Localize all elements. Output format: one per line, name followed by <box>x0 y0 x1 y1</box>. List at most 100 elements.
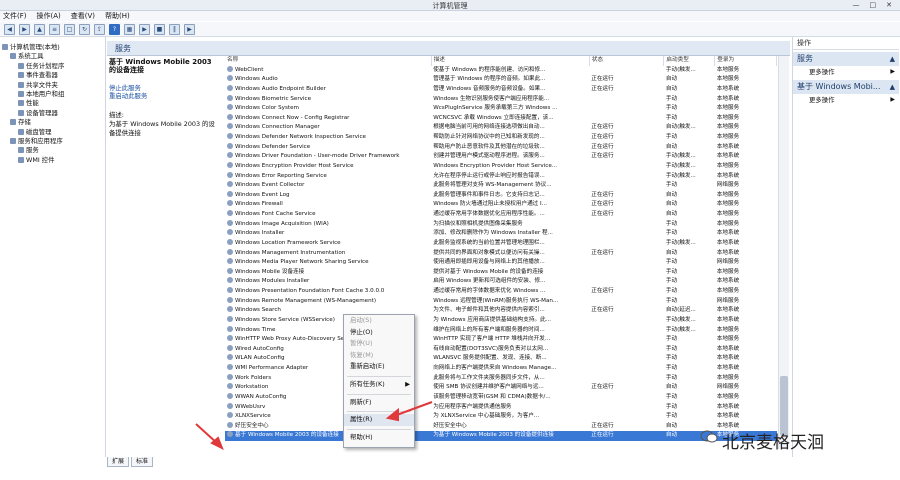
table-row[interactable]: Windows Remote Management (WS-Management… <box>225 296 777 307</box>
context-menu-item[interactable]: 停止(O) <box>344 327 414 339</box>
table-row[interactable]: Windows Driver Foundation - User-mode Dr… <box>225 152 777 162</box>
table-row[interactable]: Windows Color System WcsPlugInService 服务承… <box>225 104 777 114</box>
tab-standard[interactable]: 标准 <box>131 457 154 467</box>
table-row[interactable]: WWAN AutoConfig 该服务管理移动宽带(GSM 和 CDMA)数据卡/… <box>225 392 777 403</box>
table-row[interactable]: WWebUsrv 为应用程序客户端提供通信服务 手动 本地系统 <box>225 402 777 413</box>
table-row[interactable]: Windows Location Framework Service 此服务监视系… <box>225 238 777 249</box>
table-row[interactable]: 基于 Windows Mobile 2003 的设备连接 为基于 Windows … <box>225 431 777 441</box>
service-description: 启用 Windows 更新和可选组件的安装、修... <box>433 278 546 285</box>
stop-icon[interactable]: ■ <box>154 23 165 35</box>
table-row[interactable]: Windows Audio Endpoint Builder 管理 Windows… <box>225 84 777 95</box>
tree-node-icon <box>18 109 24 116</box>
column-startup-type[interactable]: 启动类型 <box>663 56 716 66</box>
pause-icon[interactable]: ‖ <box>169 23 180 35</box>
tree-item[interactable]: WMI 控件 <box>0 156 105 165</box>
table-row[interactable]: Windows Connect Now - Config Registrar WC… <box>225 113 777 124</box>
context-menu-item[interactable]: 帮助(H) <box>344 432 414 444</box>
service-logon: 本地系统 <box>716 143 740 150</box>
refresh-icon[interactable]: ↻ <box>79 23 90 35</box>
service-status: 正在运行 <box>591 211 614 217</box>
tree-item[interactable]: 磁盘管理 <box>0 128 105 137</box>
table-row[interactable]: Work Folders 此服务将与工作文件夹服务器同步文件，从... 手动 本地服务 <box>225 373 777 384</box>
view-icon[interactable]: ▦ <box>124 23 135 35</box>
table-row[interactable]: Windows Management Instrumentation 提供共同的界… <box>225 248 777 259</box>
tree-item[interactable]: 设备管理器 <box>0 109 105 118</box>
table-row[interactable]: Windows Connection Manager 根据电脑当前可用的网络连接选… <box>225 123 777 133</box>
tree-item[interactable]: 性能 <box>0 99 105 108</box>
tree-item[interactable]: 计算机管理(本地) <box>0 43 105 52</box>
back-icon[interactable]: ◀ <box>4 23 15 35</box>
column-status[interactable]: 状态 <box>589 56 665 66</box>
table-row[interactable]: Windows Audio 管理基于 Windows 的程序的音频。如果此... 正… <box>225 75 777 85</box>
play-icon[interactable]: ▶ <box>139 23 150 35</box>
menu-view[interactable]: 查看(V) <box>71 11 95 21</box>
table-row[interactable]: Windows Image Acquisition (WIA) 为扫描仪和照相机提… <box>225 219 777 230</box>
table-row[interactable]: Windows Media Player Network Sharing Ser… <box>225 258 777 268</box>
service-gear-icon <box>227 210 233 216</box>
table-row[interactable]: Windows Font Cache Service 通过缓存常用字体数据优化应用… <box>225 210 777 220</box>
context-menu-item[interactable]: 所有任务(K) ▶ <box>344 379 414 391</box>
tree-item[interactable]: 服务 <box>0 146 105 155</box>
service-status: 正在运行 <box>591 201 614 208</box>
minimize-button[interactable]: — <box>853 1 860 9</box>
tree-item[interactable]: 服务和应用程序 <box>0 137 105 146</box>
actions-section-services[interactable]: 服务 ▲ <box>793 52 899 66</box>
context-menu-item[interactable]: 重新启动(E) <box>344 361 414 373</box>
tree-item[interactable]: 系统工具 <box>0 52 105 61</box>
column-description[interactable]: 描述 <box>431 56 590 66</box>
more-actions-selected-service[interactable]: 更多操作 ▶ <box>793 94 899 106</box>
table-row[interactable]: XLNXService 为 XLNXService 中心基础服务，为客户... 手动… <box>225 412 777 422</box>
table-row[interactable]: Windows Modules Installer 启用 Windows 更新和可… <box>225 277 777 287</box>
context-menu-item[interactable]: 属性(R) <box>344 414 414 426</box>
table-row[interactable]: Windows Store Service (WSService) 为 Windo… <box>225 315 777 326</box>
show-hide-tree-icon[interactable]: ≡ <box>49 23 60 35</box>
maximize-button[interactable]: □ <box>870 1 877 9</box>
more-actions-services[interactable]: 更多操作 ▶ <box>793 66 899 78</box>
table-row[interactable]: Windows Presentation Foundation Font Cac… <box>225 287 777 297</box>
table-row[interactable]: Windows Event Collector 此服务将管理对支持 WS-Mana… <box>225 181 777 191</box>
table-row[interactable]: Windows Mobile 设备连接 提供对基于 Windows Mobile … <box>225 267 777 278</box>
table-row[interactable]: Windows Search 为文件、电子邮件和其他内容提供内容索引... 正在运行… <box>225 306 777 316</box>
table-row[interactable]: Windows Encryption Provider Host Service… <box>225 161 777 172</box>
stop-service-link[interactable]: 停止此服务 <box>109 84 220 92</box>
close-button[interactable]: ✕ <box>886 1 892 9</box>
menu-action[interactable]: 操作(A) <box>37 11 61 21</box>
table-row[interactable]: Windows Event Log 此服务管理事件和事件日志。它支持日志记... 正… <box>225 190 777 201</box>
table-row[interactable]: WinHTTP Web Proxy Auto-Discovery Service… <box>225 335 777 345</box>
table-row[interactable]: Windows Biometric Service Windows 生物识别服务使… <box>225 94 777 105</box>
help-icon[interactable]: ? <box>109 23 120 35</box>
table-row[interactable]: Windows Defender Service 帮助用户防止恶意软件及其他潜在的… <box>225 142 777 153</box>
column-name[interactable]: 名称 <box>225 56 432 66</box>
tree-item[interactable]: 事件查看器 <box>0 71 105 80</box>
table-row[interactable]: Wired AutoConfig 有线自动配置(DOT3SVC)服务负责对以太网.… <box>225 344 777 355</box>
table-row[interactable]: Workstation 使用 SMB 协议创建并维护客户端网络与远... 正在运行 自… <box>225 383 777 393</box>
tab-extended[interactable]: 扩展 <box>107 457 130 467</box>
properties-icon[interactable]: □ <box>64 23 75 35</box>
table-row[interactable]: Windows Time 维护在网络上的所有客户端和服务器的时间... 手动(触发.… <box>225 325 777 336</box>
tree-item[interactable]: 共享文件夹 <box>0 81 105 90</box>
restart-icon[interactable]: ▶ <box>184 23 195 35</box>
table-row[interactable]: WebClient 使基于 Windows 的程序能创建、访问和修... 手动(触发… <box>225 65 777 76</box>
table-row[interactable]: 好压安全中心 好压安全中心 正在运行 自动 本地系统 <box>225 421 777 432</box>
table-row[interactable]: Windows Error Reporting Service 允许在程序停止运行… <box>225 171 777 182</box>
up-icon[interactable]: ▲ <box>34 23 45 35</box>
scrollbar-thumb[interactable] <box>780 376 788 436</box>
export-icon[interactable]: ⇪ <box>94 23 105 35</box>
service-logon: 本地服务 <box>716 66 740 73</box>
menu-file[interactable]: 文件(F) <box>3 11 27 21</box>
vertical-scrollbar[interactable] <box>778 56 789 449</box>
tree-item[interactable]: 本地用户和组 <box>0 90 105 99</box>
table-row[interactable]: Windows Firewall Windows 防火墙通过阻止未授权用户通过 I… <box>225 200 777 210</box>
restart-service-link[interactable]: 重启动此服务 <box>109 92 220 100</box>
forward-icon[interactable]: ▶ <box>19 23 30 35</box>
table-row[interactable]: Windows Installer 添加、修改和删除作为 Windows Inst… <box>225 229 777 239</box>
column-log-on-as[interactable]: 登录为 <box>714 56 777 66</box>
menu-help[interactable]: 帮助(H) <box>105 11 130 21</box>
context-menu-item[interactable]: 刷新(F) <box>344 397 414 409</box>
table-row[interactable]: WLAN AutoConfig WLANSVC 服务提供配置、发现、连接、断...… <box>225 354 777 364</box>
tree-item[interactable]: 任务计划程序 <box>0 62 105 71</box>
tree-item[interactable]: 存储 <box>0 118 105 127</box>
table-row[interactable]: WMI Performance Adapter 向网络上的客户端提供来自 Wind… <box>225 364 777 374</box>
actions-section-selected-service[interactable]: 基于 Windows Mobi... ▲ <box>793 80 899 94</box>
table-row[interactable]: Windows Defender Network Inspection Serv… <box>225 133 777 143</box>
